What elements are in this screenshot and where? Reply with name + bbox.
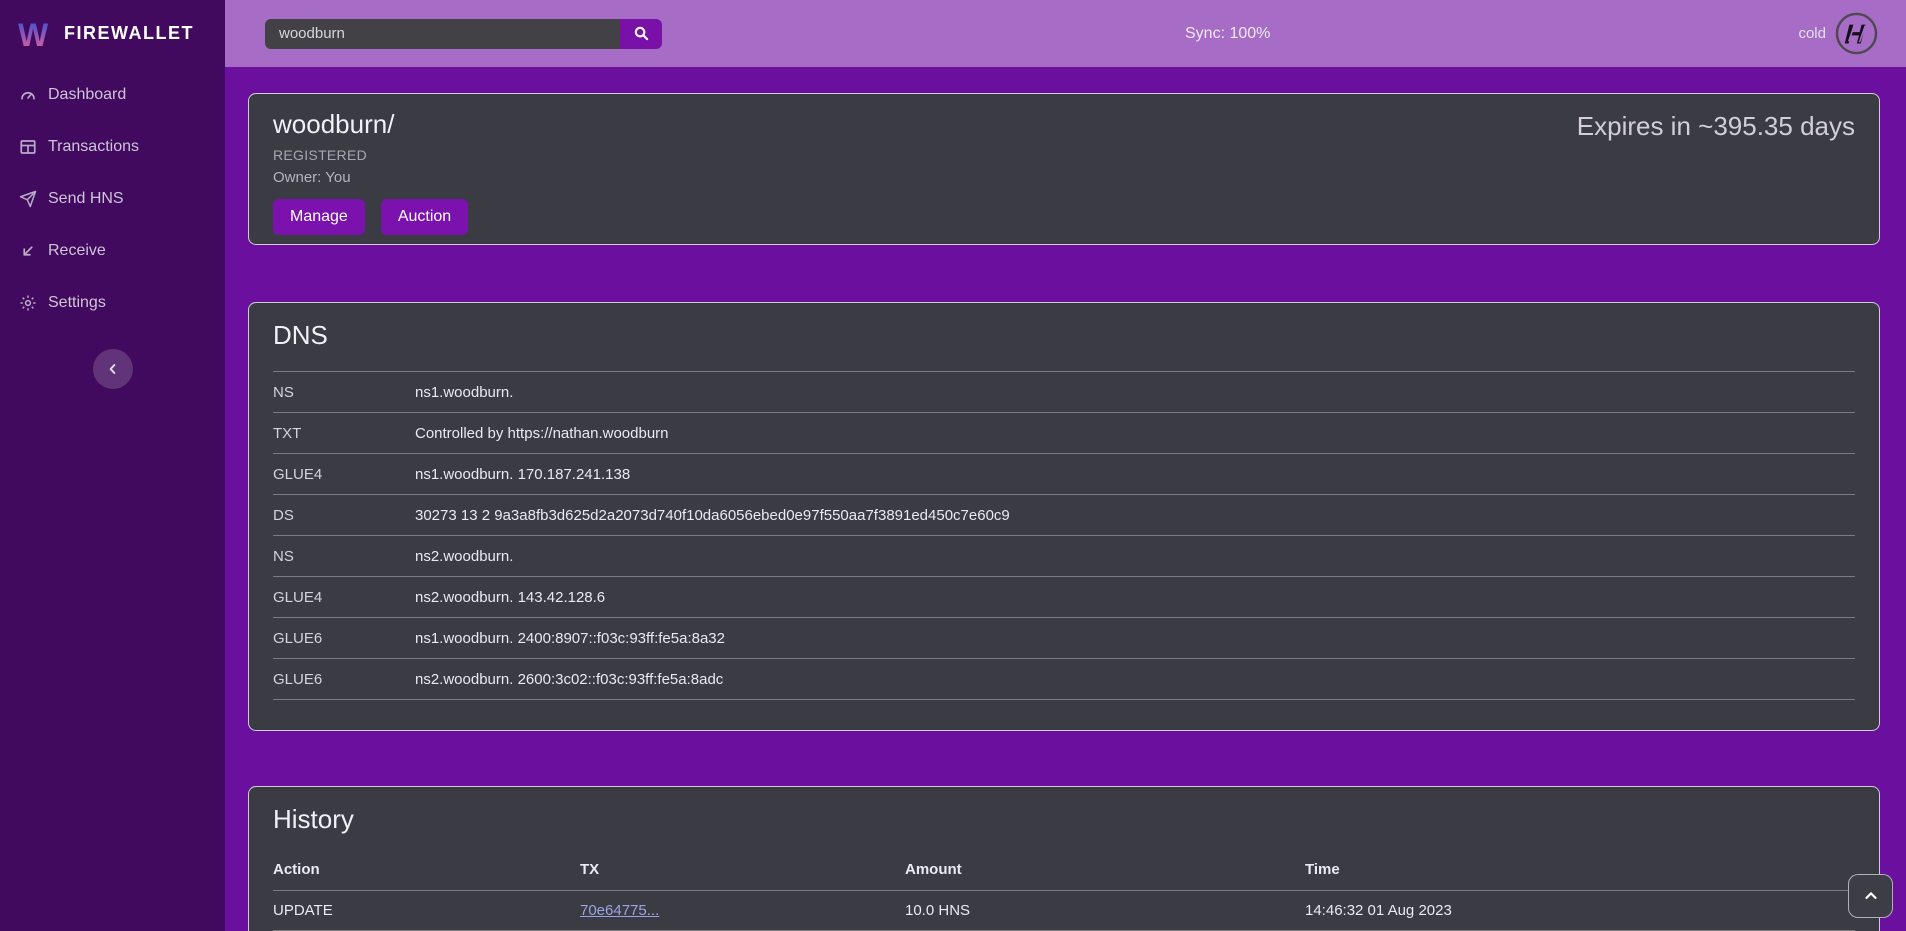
tx-link[interactable]: 70e64775... xyxy=(580,902,659,919)
history-row: UPDATE 70e64775... 10.0 HNS 14:46:32 01 … xyxy=(273,891,1855,931)
dns-record-value: 30273 13 2 9a3a8fb3d625d2a2073d740f10da6… xyxy=(415,507,1010,524)
dns-record-row: NS ns2.woodburn. xyxy=(273,535,1855,576)
dns-record-type: DS xyxy=(273,507,415,524)
dns-record-type: NS xyxy=(273,548,415,565)
history-amount: 10.0 HNS xyxy=(905,902,1305,919)
topbar: Sync: 100% cold H xyxy=(225,0,1906,67)
dns-record-row: GLUE6 ns2.woodburn. 2600:3c02::f03c:93ff… xyxy=(273,658,1855,699)
search-icon xyxy=(633,25,650,42)
history-action: UPDATE xyxy=(273,902,580,919)
domain-owner: Owner: You xyxy=(273,169,1855,186)
svg-text:H: H xyxy=(1841,19,1868,50)
sidebar-nav: Dashboard Transactions Send HNS Receive xyxy=(0,67,225,329)
gear-icon xyxy=(19,294,37,312)
history-table: Action TX Amount Time UPDATE 70e64775...… xyxy=(273,849,1855,931)
chevron-left-icon xyxy=(105,361,121,377)
dns-record-type: GLUE4 xyxy=(273,466,415,483)
brand-header: W FIREWALLET xyxy=(0,0,225,67)
history-col-tx: TX xyxy=(580,861,905,878)
sidebar-item-label: Settings xyxy=(48,294,106,312)
search-bar xyxy=(265,19,662,49)
dns-record-value: ns2.woodburn. 143.42.128.6 xyxy=(415,589,605,606)
firewallet-logo-icon: W xyxy=(16,16,52,52)
sidebar: W FIREWALLET Dashboard Transactions xyxy=(0,0,225,931)
sidebar-item-label: Receive xyxy=(48,242,106,260)
svg-text:W: W xyxy=(18,17,49,52)
dns-table: NS ns1.woodburn. TXT Controlled by https… xyxy=(273,371,1855,700)
dns-record-type: GLUE4 xyxy=(273,589,415,606)
dns-record-type: TXT xyxy=(273,425,415,442)
sidebar-item-receive[interactable]: Receive xyxy=(0,225,225,277)
dns-record-type: GLUE6 xyxy=(273,671,415,688)
dns-record-row: GLUE4 ns2.woodburn. 143.42.128.6 xyxy=(273,576,1855,617)
history-col-action: Action xyxy=(273,861,580,878)
search-input[interactable] xyxy=(265,19,620,49)
gauge-icon xyxy=(19,86,37,104)
domain-status-badge: REGISTERED xyxy=(273,147,1855,163)
dns-record-row: GLUE6 ns1.woodburn. 2400:8907::f03c:93ff… xyxy=(273,617,1855,658)
content-area: woodburn/ REGISTERED Owner: You Manage A… xyxy=(225,67,1906,931)
sidebar-item-label: Send HNS xyxy=(48,190,124,208)
history-col-time: Time xyxy=(1305,861,1340,878)
handshake-logo-icon[interactable]: H xyxy=(1835,12,1878,55)
sidebar-item-settings[interactable]: Settings xyxy=(0,277,225,329)
history-card-title: History xyxy=(273,804,1855,835)
chevron-up-icon xyxy=(1862,887,1880,905)
dns-record-row: TXT Controlled by https://nathan.woodbur… xyxy=(273,412,1855,453)
dns-record-type: GLUE6 xyxy=(273,630,415,647)
dns-record-row: GLUE4 ns1.woodburn. 170.187.241.138 xyxy=(273,453,1855,494)
dns-record-value: ns1.woodburn. 170.187.241.138 xyxy=(415,466,630,483)
dns-record-value: ns1.woodburn. xyxy=(415,384,513,401)
send-icon xyxy=(19,190,37,208)
brand-name: FIREWALLET xyxy=(64,23,194,44)
dns-record-row: NS ns1.woodburn. xyxy=(273,371,1855,412)
dns-record-value: ns2.woodburn. xyxy=(415,548,513,565)
sidebar-item-label: Transactions xyxy=(48,138,139,156)
app-window: W FIREWALLET Dashboard Transactions xyxy=(0,0,1906,931)
domain-actions: Manage Auction xyxy=(273,199,1855,235)
sidebar-item-transactions[interactable]: Transactions xyxy=(0,121,225,173)
domain-card: woodburn/ REGISTERED Owner: You Manage A… xyxy=(248,93,1880,245)
scroll-to-top-button[interactable] xyxy=(1848,874,1893,918)
sidebar-collapse-button[interactable] xyxy=(93,349,133,389)
history-header-row: Action TX Amount Time xyxy=(273,849,1855,891)
dns-record-value: ns2.woodburn. 2600:3c02::f03c:93ff:fe5a:… xyxy=(415,671,723,688)
wallet-mode-label: cold xyxy=(1798,25,1826,42)
manage-button[interactable]: Manage xyxy=(273,199,365,235)
main-column: Sync: 100% cold H woodburn/ REGISTERED xyxy=(225,0,1906,931)
dns-record-row: DS 30273 13 2 9a3a8fb3d625d2a2073d740f10… xyxy=(273,494,1855,535)
wallet-indicator: cold H xyxy=(1798,12,1906,55)
dns-record-type: NS xyxy=(273,384,415,401)
sidebar-item-send-hns[interactable]: Send HNS xyxy=(0,173,225,225)
history-card: History Action TX Amount Time UPDATE 70e… xyxy=(248,786,1880,931)
expires-label: Expires in ~395.35 days xyxy=(1577,111,1855,142)
history-time: 14:46:32 01 Aug 2023 xyxy=(1305,902,1452,919)
receive-arrow-icon xyxy=(19,242,37,260)
dns-record-value: ns1.woodburn. 2400:8907::f03c:93ff:fe5a:… xyxy=(415,630,725,647)
dns-card-title: DNS xyxy=(273,320,1855,351)
history-col-amount: Amount xyxy=(905,861,1305,878)
auction-button[interactable]: Auction xyxy=(381,199,468,235)
sidebar-item-label: Dashboard xyxy=(48,86,126,104)
sidebar-item-dashboard[interactable]: Dashboard xyxy=(0,69,225,121)
table-icon xyxy=(19,138,37,156)
search-button[interactable] xyxy=(620,19,662,49)
sync-status: Sync: 100% xyxy=(1185,0,1270,67)
dns-card: DNS NS ns1.woodburn. TXT Controlled by h… xyxy=(248,302,1880,731)
dns-record-value: Controlled by https://nathan.woodburn xyxy=(415,425,669,442)
